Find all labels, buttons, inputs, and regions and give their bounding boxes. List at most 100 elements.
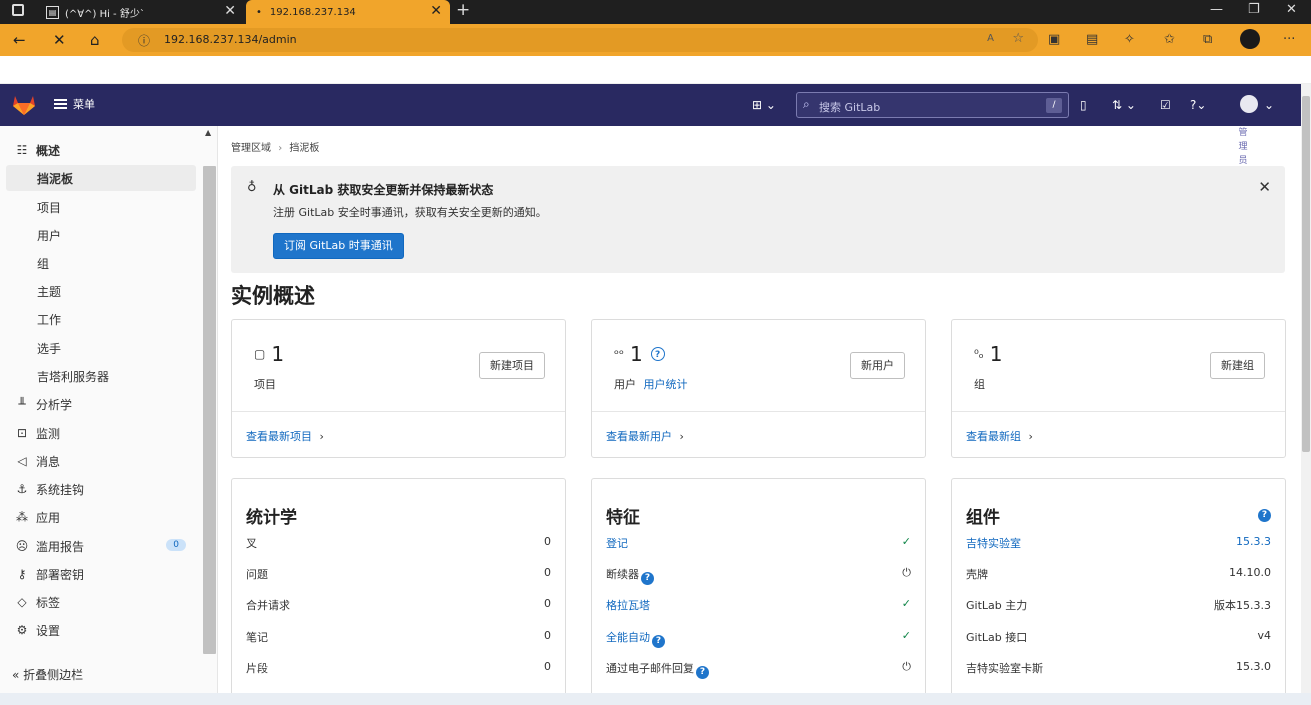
sidebar-item-labels[interactable]: ◇ 标签 bbox=[0, 589, 196, 615]
abuse-icon: ☹ bbox=[15, 539, 29, 553]
component-version: 14.10.0 bbox=[1229, 566, 1271, 579]
security-newsletter-alert: ♁ 从 GitLab 获取安全更新并保持最新状态 注册 GitLab 安全时事通… bbox=[231, 166, 1285, 273]
breadcrumb-admin-area[interactable]: 管理区域 bbox=[231, 143, 271, 154]
components-panel: 组件 ? 吉特实验室 15.3.3 壳牌 14.10.0 GitLab 主力 版… bbox=[951, 478, 1286, 693]
chevron-right-icon: › bbox=[319, 430, 324, 443]
sidebar-item-settings[interactable]: ⚙ 设置 bbox=[0, 617, 196, 643]
new-plus-icon[interactable]: ⊞ ⌄ bbox=[752, 97, 776, 113]
sidebar-item-system-hooks[interactable]: ⚓ 系统挂钩 bbox=[0, 476, 196, 502]
projects-card: ▢ 1 项目 新建项目 查看最新项目 › bbox=[231, 319, 566, 458]
menu-button[interactable]: 菜单 bbox=[54, 96, 95, 112]
feature-link[interactable]: 格拉瓦塔 bbox=[606, 597, 650, 613]
tab-actions-icon[interactable]: ⧉ bbox=[1203, 32, 1212, 48]
sidebar-item-jobs[interactable]: 工作 bbox=[0, 306, 196, 332]
extension-icon[interactable]: ▣ bbox=[1048, 32, 1060, 48]
home-icon[interactable]: ⌂ bbox=[90, 31, 100, 49]
panel-title: 统计学 bbox=[246, 508, 297, 528]
group-icon: ⁰ₒ bbox=[974, 347, 984, 361]
minimize-icon[interactable]: — bbox=[1210, 2, 1223, 17]
info-icon[interactable]: ⓘ bbox=[138, 32, 150, 49]
stat-row: 合并请求 0 bbox=[246, 595, 551, 615]
sidebar-item-messages[interactable]: ◁ 消息 bbox=[0, 448, 196, 474]
help-icon[interactable]: ?⌄ bbox=[1190, 97, 1206, 113]
sidebar-item-topics[interactable]: 主题 bbox=[0, 278, 196, 304]
divider bbox=[232, 411, 565, 412]
users-icon: ᵒᵒ bbox=[614, 347, 624, 361]
feature-row: 全能自动? ✓ bbox=[606, 627, 911, 648]
close-icon[interactable]: ✕ bbox=[1258, 178, 1271, 196]
stop-icon[interactable]: ✕ bbox=[53, 31, 66, 49]
back-icon[interactable]: ← bbox=[13, 31, 26, 49]
merge-requests-icon[interactable]: ⇅ ⌄ bbox=[1112, 97, 1136, 113]
sidebar-item-applications[interactable]: ⁂ 应用 bbox=[0, 504, 196, 530]
search-input[interactable]: ⌕ 搜索 GitLab / bbox=[796, 92, 1069, 118]
component-link[interactable]: 吉特实验室 bbox=[966, 535, 1021, 551]
statistics-panel: 统计学 叉0 问题 0 合并请求 0 笔记 0 片段 0 bbox=[231, 478, 566, 693]
gitlab-logo-icon[interactable] bbox=[12, 94, 36, 116]
maximize-icon[interactable]: ❐ bbox=[1248, 2, 1260, 17]
help-icon[interactable]: ? bbox=[652, 635, 665, 648]
new-project-button[interactable]: 新建项目 bbox=[479, 352, 545, 379]
page-scrollbar-thumb[interactable] bbox=[1302, 96, 1310, 452]
help-icon[interactable]: ? bbox=[650, 347, 665, 361]
profile-avatar[interactable] bbox=[1240, 29, 1260, 49]
todos-icon[interactable]: ☑ bbox=[1160, 97, 1171, 113]
browser-tab-2[interactable]: • 192.168.237.134 ✕ bbox=[246, 0, 450, 24]
divider bbox=[592, 411, 925, 412]
user-avatar[interactable] bbox=[1240, 95, 1258, 113]
divider bbox=[952, 411, 1285, 412]
collections-icon[interactable]: ▤ bbox=[1086, 32, 1098, 48]
puzzle-icon[interactable]: ✧ bbox=[1124, 32, 1135, 48]
more-menu-icon[interactable]: ··· bbox=[1283, 32, 1295, 48]
favorite-icon[interactable]: ☆ bbox=[1012, 31, 1024, 46]
help-icon[interactable]: ? bbox=[1258, 509, 1271, 522]
view-latest-projects-link[interactable]: 查看最新项目 › bbox=[246, 428, 324, 444]
users-count: 1 bbox=[629, 342, 643, 366]
tab-actions-icon[interactable] bbox=[12, 4, 24, 16]
view-latest-groups-link[interactable]: 查看最新组 › bbox=[966, 428, 1033, 444]
new-tab-button[interactable]: + bbox=[456, 0, 470, 20]
sidebar-item-abuse-reports[interactable]: ☹ 滥用报告 0 bbox=[0, 533, 196, 559]
sidebar-item-gitaly-servers[interactable]: 吉塔利服务器 bbox=[0, 363, 196, 389]
issues-icon[interactable]: ▯ bbox=[1080, 97, 1087, 113]
sidebar-item-dashboard[interactable]: 挡泥板 bbox=[6, 165, 196, 191]
sidebar-item-label: 分析学 bbox=[36, 397, 73, 412]
menu-label: 菜单 bbox=[73, 98, 95, 111]
stat-label: 笔记 bbox=[246, 631, 268, 644]
help-icon[interactable]: ? bbox=[641, 572, 654, 585]
sidebar-item-runners[interactable]: 选手 bbox=[0, 335, 196, 361]
sidebar-item-groups[interactable]: 组 bbox=[0, 250, 196, 276]
sidebar-item-monitoring[interactable]: ⊡ 监测 bbox=[0, 420, 196, 446]
new-user-button[interactable]: 新用户 bbox=[850, 352, 905, 379]
chevron-down-icon[interactable]: ⌄ bbox=[1264, 97, 1274, 113]
view-latest-users-link[interactable]: 查看最新用户 › bbox=[606, 428, 684, 444]
sidebar-scrollbar[interactable] bbox=[203, 166, 216, 654]
address-bar[interactable]: ⓘ 192.168.237.134/admin A ☆ bbox=[122, 28, 1038, 52]
scroll-up-arrow-icon[interactable]: ▲ bbox=[205, 128, 211, 137]
sidebar-item-users[interactable]: 用户 bbox=[0, 222, 196, 248]
component-version[interactable]: 15.3.3 bbox=[1236, 535, 1271, 548]
new-group-button[interactable]: 新建组 bbox=[1210, 352, 1265, 379]
sidebar-item-analytics[interactable]: ╨ 分析学 bbox=[0, 391, 196, 417]
browser-tab-1[interactable]: ▤ (^∀^) Hi - 舒少` ✕ bbox=[36, 0, 244, 24]
monitor-icon: ⊡ bbox=[16, 426, 28, 440]
breadcrumb-dashboard[interactable]: 挡泥板 bbox=[289, 143, 319, 154]
groups-count: 1 bbox=[989, 342, 1003, 366]
sidebar-item-overview[interactable]: ☷ 概述 bbox=[0, 137, 196, 163]
stat-label: 叉 bbox=[246, 537, 257, 550]
sidebar-item-deploy-keys[interactable]: ⚷ 部署密钥 bbox=[0, 561, 196, 587]
close-tab-icon[interactable]: ✕ bbox=[224, 3, 236, 19]
sidebar-item-projects[interactable]: 项目 bbox=[0, 194, 196, 220]
users-statistics-link[interactable]: 用户统计 bbox=[644, 378, 688, 391]
close-tab-icon[interactable]: ✕ bbox=[430, 3, 442, 19]
feature-link[interactable]: 登记 bbox=[606, 535, 628, 551]
help-icon[interactable]: ? bbox=[696, 666, 709, 679]
search-icon: ⌕ bbox=[803, 97, 810, 111]
collapse-sidebar-button[interactable]: « 折叠侧边栏 bbox=[12, 666, 83, 683]
favorites-icon[interactable]: ✩ bbox=[1164, 32, 1175, 48]
feature-link[interactable]: 全能自动 bbox=[606, 631, 650, 644]
check-icon: ✓ bbox=[901, 597, 911, 610]
subscribe-newsletter-button[interactable]: 订阅 GitLab 时事通讯 bbox=[273, 233, 404, 259]
read-aloud-icon[interactable]: A bbox=[987, 33, 994, 44]
close-window-icon[interactable]: ✕ bbox=[1286, 2, 1297, 17]
